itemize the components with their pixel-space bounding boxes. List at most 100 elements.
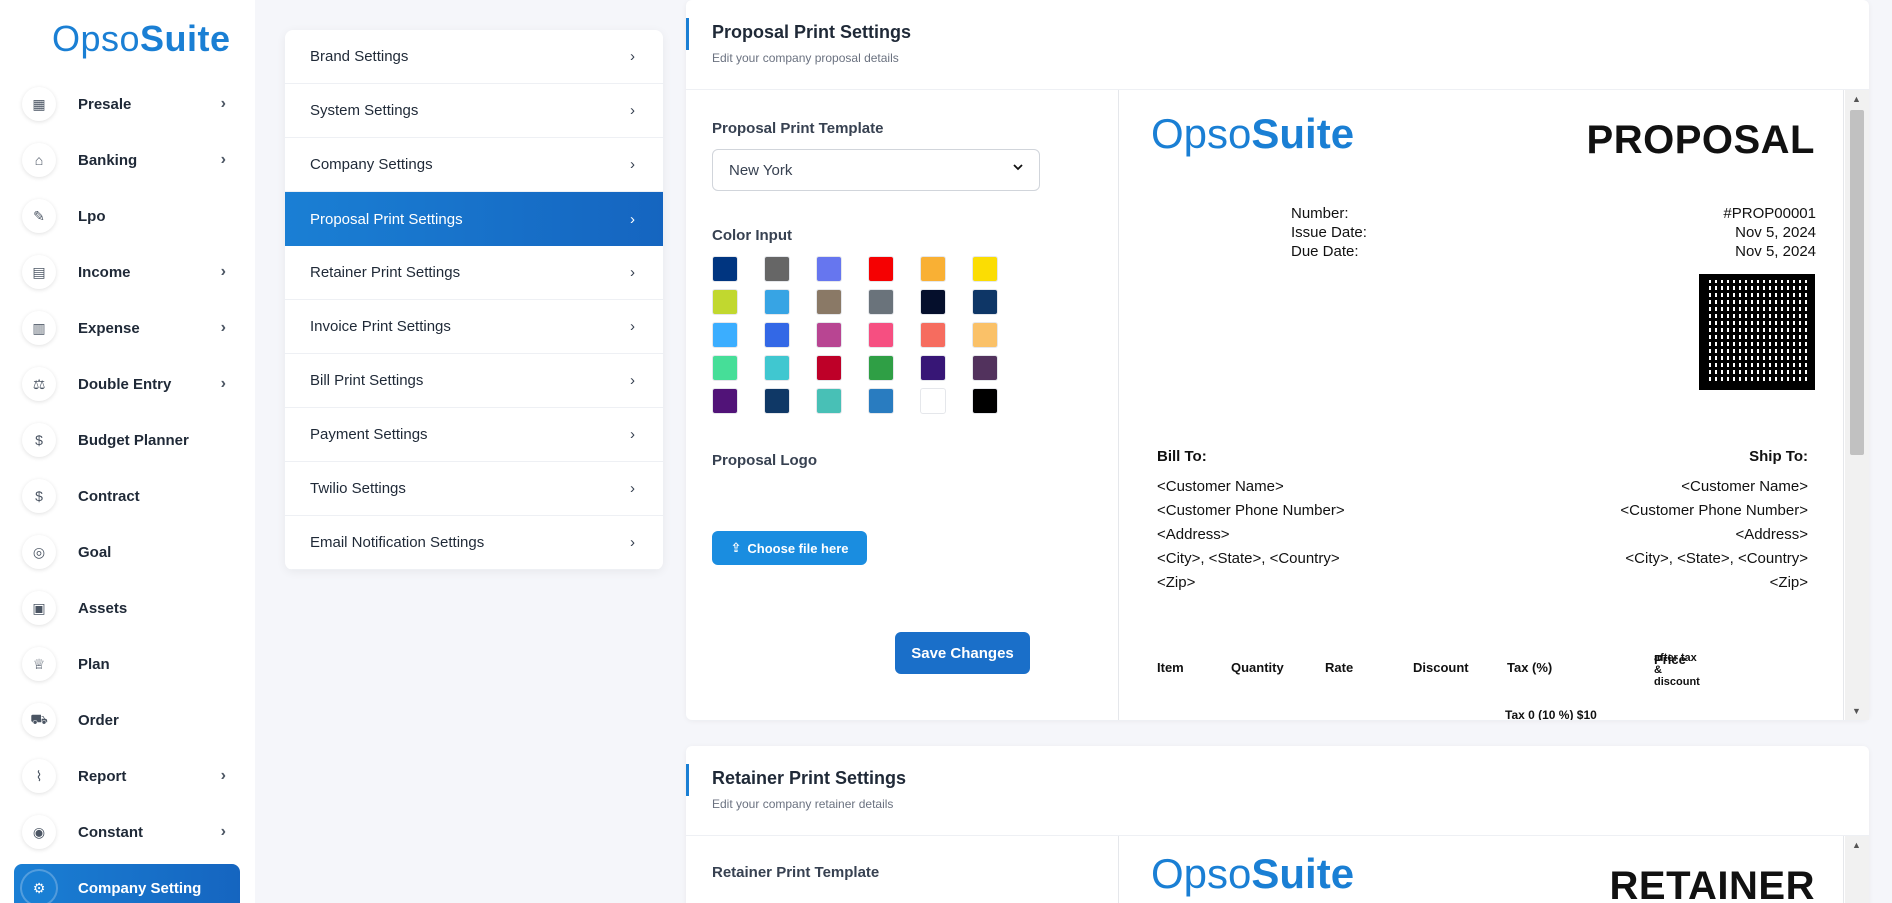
- color-swatch[interactable]: [712, 388, 738, 414]
- chevron-right-icon: ›: [220, 151, 226, 168]
- sidebar-nav: ▦ Presale › ⌂ Banking › ✎ Lpo ▤ Income › ▥ Expense › ⚖…: [14, 76, 240, 903]
- color-swatch[interactable]: [868, 256, 894, 282]
- retainer-scrollbar[interactable]: ▲: [1845, 836, 1869, 903]
- color-swatch[interactable]: [920, 355, 946, 381]
- color-swatch[interactable]: [712, 322, 738, 348]
- color-swatch[interactable]: [764, 355, 790, 381]
- sidebar-item-label: Contract: [78, 487, 140, 505]
- bank-icon: ⌂: [22, 143, 56, 177]
- app-logo[interactable]: OpsoSuite: [52, 14, 231, 64]
- chevron-right-icon: ›: [220, 767, 226, 784]
- sidebar-item-lpo[interactable]: ✎ Lpo: [14, 188, 240, 244]
- settings-menu-label: Twilio Settings: [310, 480, 406, 497]
- sidebar-item-label: Lpo: [78, 207, 106, 225]
- retainer-template-label: Retainer Print Template: [712, 864, 880, 881]
- preview-scrollbar[interactable]: ▲ ▼: [1845, 90, 1869, 720]
- sidebar-item-label: Assets: [78, 599, 128, 617]
- settings-menu-item-invoice-print-settings[interactable]: Invoice Print Settings ›: [285, 300, 663, 354]
- settings-menu-label: Brand Settings: [310, 48, 409, 65]
- color-swatch[interactable]: [764, 256, 790, 282]
- color-swatch[interactable]: [764, 289, 790, 315]
- sidebar-item-expense[interactable]: ▥ Expense ›: [14, 300, 240, 356]
- chevron-right-icon: ›: [630, 48, 635, 65]
- preview-meta: Number: #PROP00001 Issue Date: Nov 5, 2024…: [1291, 205, 1816, 260]
- settings-menu-item-system-settings[interactable]: System Settings ›: [285, 84, 663, 138]
- sidebar-item-label: Presale: [78, 95, 132, 113]
- choose-file-label: Choose file here: [747, 540, 849, 556]
- color-swatch[interactable]: [816, 322, 842, 348]
- sidebar-item-contract[interactable]: $ Contract: [14, 468, 240, 524]
- sidebar-item-goal[interactable]: ◎ Goal: [14, 524, 240, 580]
- settings-icon: ⚙: [22, 871, 56, 903]
- retainer-subtitle: Edit your company retainer details: [712, 797, 894, 811]
- color-swatch[interactable]: [816, 388, 842, 414]
- sidebar-item-income[interactable]: ▤ Income ›: [14, 244, 240, 300]
- proposal-logo-label: Proposal Logo: [712, 452, 817, 469]
- settings-menu-item-payment-settings[interactable]: Payment Settings ›: [285, 408, 663, 462]
- target-icon: ◎: [22, 535, 56, 569]
- color-swatch[interactable]: [712, 289, 738, 315]
- color-swatch[interactable]: [868, 388, 894, 414]
- settings-menu-item-email-notification-settings[interactable]: Email Notification Settings ›: [285, 516, 663, 570]
- sidebar-item-plan[interactable]: ♕ Plan: [14, 636, 240, 692]
- retainer-scroll-up-icon[interactable]: ▲: [1852, 840, 1861, 850]
- bill-to-block: Bill To: <Customer Name> <Customer Phone…: [1157, 448, 1345, 591]
- color-swatch[interactable]: [920, 322, 946, 348]
- chevron-right-icon: ›: [630, 318, 635, 335]
- sidebar-item-presale[interactable]: ▦ Presale ›: [14, 76, 240, 132]
- sidebar-item-company-setting[interactable]: ⚙ Company Setting: [14, 864, 240, 903]
- sidebar-item-label: Goal: [78, 543, 112, 561]
- color-swatch[interactable]: [972, 289, 998, 315]
- proposal-form: Proposal Print Template New York Color I…: [712, 120, 1112, 565]
- chevron-right-icon: ›: [630, 534, 635, 551]
- chevron-right-icon: ›: [220, 319, 226, 336]
- settings-menu-item-retainer-print-settings[interactable]: Retainer Print Settings ›: [285, 246, 663, 300]
- sidebar-item-constant[interactable]: ◉ Constant ›: [14, 804, 240, 860]
- color-swatch[interactable]: [816, 355, 842, 381]
- sidebar-item-report[interactable]: ⌇ Report ›: [14, 748, 240, 804]
- color-swatch[interactable]: [868, 322, 894, 348]
- color-swatch[interactable]: [920, 256, 946, 282]
- color-swatch-grid: [712, 256, 1112, 414]
- spiral-icon: ◉: [22, 815, 56, 849]
- settings-menu-item-brand-settings[interactable]: Brand Settings ›: [285, 30, 663, 84]
- chevron-right-icon: ›: [220, 263, 226, 280]
- settings-menu-item-proposal-print-settings[interactable]: Proposal Print Settings ›: [285, 192, 663, 246]
- color-swatch[interactable]: [712, 256, 738, 282]
- color-swatch[interactable]: [972, 256, 998, 282]
- color-swatch[interactable]: [712, 355, 738, 381]
- color-swatch[interactable]: [816, 289, 842, 315]
- cart-icon: ⛟: [22, 703, 56, 737]
- settings-menu-item-bill-print-settings[interactable]: Bill Print Settings ›: [285, 354, 663, 408]
- color-swatch[interactable]: [972, 388, 998, 414]
- save-changes-button[interactable]: Save Changes: [895, 632, 1030, 674]
- scroll-up-icon[interactable]: ▲: [1852, 94, 1861, 104]
- color-swatch[interactable]: [764, 388, 790, 414]
- scroll-thumb[interactable]: [1850, 110, 1864, 455]
- color-swatch[interactable]: [972, 355, 998, 381]
- chevron-right-icon: ›: [630, 210, 635, 228]
- receipt-icon: ▥: [22, 311, 56, 345]
- color-swatch[interactable]: [868, 355, 894, 381]
- color-swatch[interactable]: [920, 289, 946, 315]
- settings-menu-label: Retainer Print Settings: [310, 264, 461, 281]
- settings-menu-label: Company Settings: [310, 156, 433, 173]
- settings-menu: Brand Settings › System Settings › Company S…: [285, 30, 663, 570]
- sidebar-item-banking[interactable]: ⌂ Banking ›: [14, 132, 240, 188]
- color-swatch[interactable]: [920, 388, 946, 414]
- sidebar-item-assets[interactable]: ▣ Assets: [14, 580, 240, 636]
- sidebar-item-double-entry[interactable]: ⚖ Double Entry ›: [14, 356, 240, 412]
- color-swatch[interactable]: [972, 322, 998, 348]
- settings-menu-item-company-settings[interactable]: Company Settings ›: [285, 138, 663, 192]
- scroll-down-icon[interactable]: ▼: [1852, 706, 1861, 716]
- color-swatch[interactable]: [764, 322, 790, 348]
- sidebar: OpsoSuite ▦ Presale › ⌂ Banking › ✎ Lpo ▤ Income ›…: [0, 0, 255, 903]
- choose-file-button[interactable]: ⇪ Choose file here: [712, 531, 867, 565]
- settings-menu-item-twilio-settings[interactable]: Twilio Settings ›: [285, 462, 663, 516]
- color-swatch[interactable]: [868, 289, 894, 315]
- logo-prefix: Opso: [52, 18, 141, 59]
- color-swatch[interactable]: [816, 256, 842, 282]
- template-select[interactable]: New York: [712, 149, 1040, 191]
- sidebar-item-order[interactable]: ⛟ Order: [14, 692, 240, 748]
- sidebar-item-budget-planner[interactable]: $ Budget Planner: [14, 412, 240, 468]
